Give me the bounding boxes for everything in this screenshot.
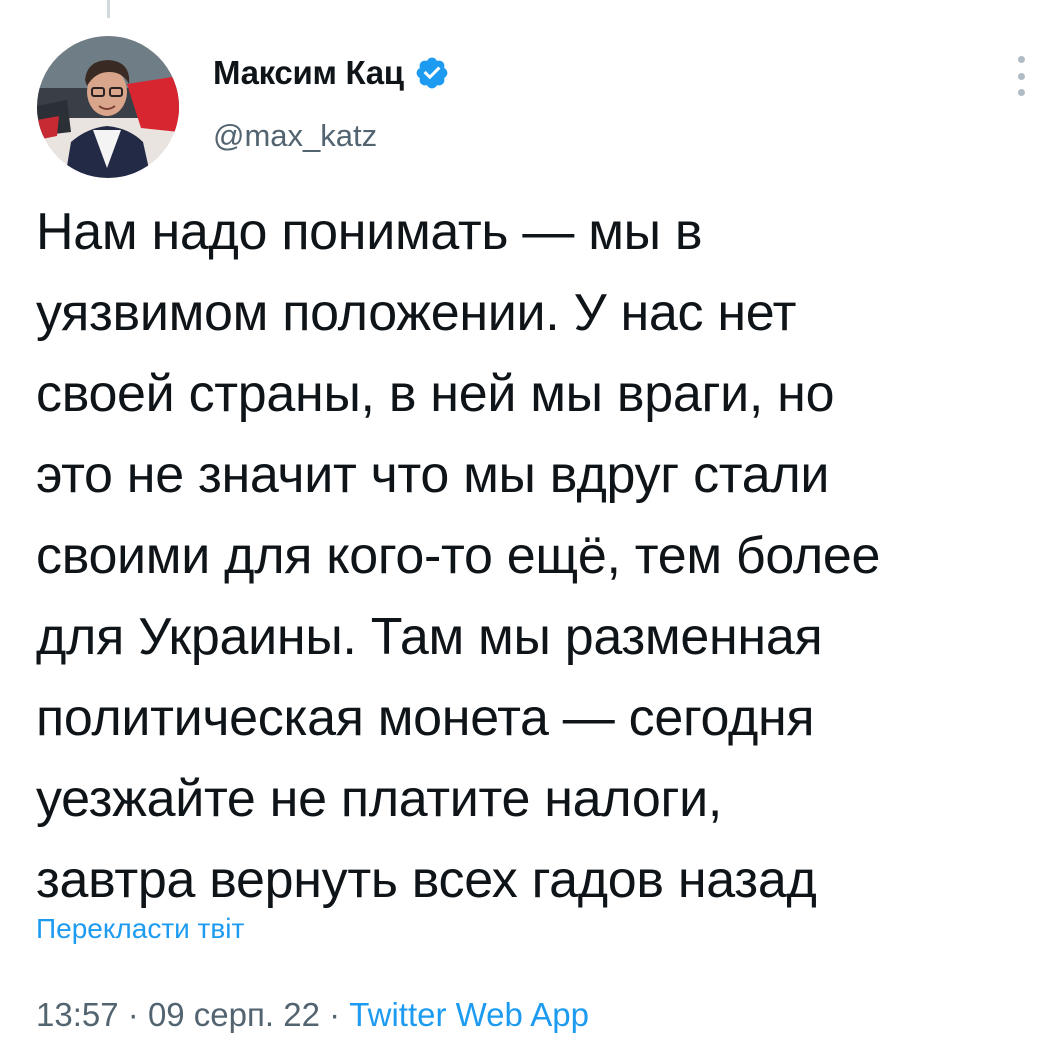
translate-tweet-link[interactable]: Перекласти твіт [36, 913, 244, 945]
avatar-photo [37, 36, 179, 178]
tweet-text-line: это не значит что мы вдруг стали [36, 446, 830, 504]
more-dot [1017, 56, 1025, 63]
tweet-text-line: своей страны, в ней мы враги, но [36, 365, 835, 423]
tweet-text-line: завтра вернуть всех гадов назад [36, 851, 817, 909]
author-display-name[interactable]: Максим Кац [213, 54, 404, 92]
tweet-text-line: своими для кого-то ещё, тем более [36, 527, 881, 585]
tweet-text-line: Нам надо понимать — мы в [36, 203, 703, 261]
tweet-text-line: для Украины. Там мы разменная [36, 608, 823, 666]
meta-separator: · [329, 996, 341, 1033]
tweet-text-line: политическая монета — сегодня [36, 689, 815, 747]
author-username[interactable]: @max_katz [213, 118, 377, 154]
tweet-text-line: уязвимом положении. У нас нет [36, 284, 797, 342]
more-dot [1017, 72, 1025, 80]
more-options-icon[interactable] [1014, 56, 1028, 96]
tweet-meta: 13:57 · 09 серп. 22 · Twitter Web App [36, 996, 589, 1034]
avatar[interactable] [37, 36, 179, 178]
tweet-text-line: уезжайте не платите налоги, [36, 770, 723, 828]
verified-badge-icon [414, 55, 450, 91]
author-name-row[interactable]: Максим Кац [213, 54, 450, 92]
tweet-source-link[interactable]: Twitter Web App [349, 996, 589, 1033]
meta-separator: · [127, 996, 139, 1033]
tweet-text: Нам надо понимать — мы в уязвимом положе… [36, 192, 1036, 921]
more-dot [1017, 89, 1025, 96]
thread-connector-line [107, 0, 110, 18]
tweet-date[interactable]: 09 серп. 22 [148, 996, 320, 1033]
tweet-time[interactable]: 13:57 [36, 996, 119, 1033]
